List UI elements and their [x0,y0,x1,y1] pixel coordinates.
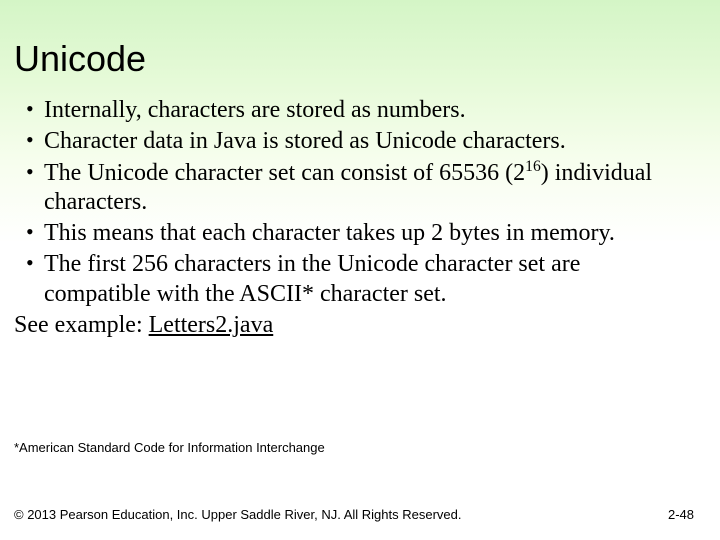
footnote: *American Standard Code for Information … [14,440,325,455]
see-example-label: See example: [14,312,149,338]
bullet-item: The first 256 characters in the Unicode … [14,250,680,309]
example-link[interactable]: Letters2.java [149,312,274,338]
bullet-item: The Unicode character set can consist of… [14,159,680,218]
slide-title: Unicode [14,38,146,80]
slide-number: 2-48 [668,507,694,522]
bullet-item: Internally, characters are stored as num… [14,96,680,125]
slide: Unicode Internally, characters are store… [0,0,720,540]
see-example-line: See example: Letters2.java [14,311,680,340]
footer-copyright: © 2013 Pearson Education, Inc. Upper Sad… [14,507,461,522]
slide-body: Internally, characters are stored as num… [14,96,680,340]
bullet-item: Character data in Java is stored as Unic… [14,127,680,156]
bullet-item: This means that each character takes up … [14,219,680,248]
